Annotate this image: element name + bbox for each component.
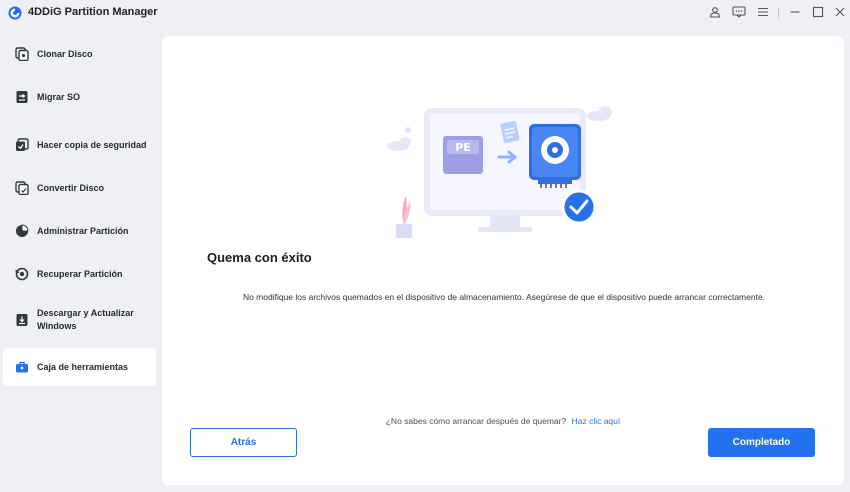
close-icon[interactable] xyxy=(830,3,850,21)
sidebar-item-clonar-disco[interactable]: Clonar Disco xyxy=(3,34,156,74)
sidebar-item-caja-herramientas[interactable]: Caja de herramientas xyxy=(3,348,156,386)
toolbox-icon xyxy=(14,359,30,375)
main-panel: PE Quema con éxito No modifique los arch… xyxy=(162,36,844,485)
sidebar-item-label: Descargar y Actualizar Windows xyxy=(37,308,134,331)
clone-disk-icon xyxy=(14,46,30,62)
description-text: No modifique los archivos quemados en el… xyxy=(242,292,766,302)
pe-label: PE xyxy=(455,141,471,154)
migrate-os-icon xyxy=(14,89,30,105)
sidebar-item-convertir-disco[interactable]: Convertir Disco xyxy=(3,168,156,208)
user-icon[interactable] xyxy=(705,3,725,21)
sidebar-item-label: Hacer copia de seguridad xyxy=(37,139,147,150)
page-title: Quema con éxito xyxy=(207,250,312,265)
minimize-icon[interactable] xyxy=(785,3,805,21)
convert-disk-icon xyxy=(14,180,30,196)
sidebar-item-copia-seguridad[interactable]: Hacer copia de seguridad xyxy=(3,123,156,167)
app-logo-icon xyxy=(8,6,22,20)
sidebar-item-recuperar-particion[interactable]: Recuperar Partición xyxy=(3,254,156,294)
back-button[interactable]: Atrás xyxy=(190,428,297,457)
partition-icon xyxy=(14,223,30,239)
app-title: 4DDiG Partition Manager xyxy=(28,6,158,18)
sidebar-item-label: Administrar Partición xyxy=(37,225,129,236)
title-divider xyxy=(778,7,779,19)
sidebar-item-label: Clonar Disco xyxy=(37,48,93,59)
sidebar-item-label: Migrar SO xyxy=(37,91,81,102)
sidebar-item-label: Caja de herramientas xyxy=(37,361,129,372)
maximize-icon[interactable] xyxy=(808,3,828,21)
sidebar-item-administrar-particion[interactable]: Administrar Partición xyxy=(3,211,156,251)
sidebar-item-label: Recuperar Partición xyxy=(37,268,123,279)
sidebar: Clonar Disco Migrar SO Hacer copia de se… xyxy=(0,32,160,492)
help-link[interactable]: Haz clic aquí xyxy=(572,416,621,426)
help-text: ¿No sabes cómo arrancar después de quema… xyxy=(385,416,567,426)
backup-icon xyxy=(14,137,30,153)
sidebar-item-label: Convertir Disco xyxy=(37,182,105,193)
windows-update-icon xyxy=(14,312,30,328)
sidebar-item-descargar-windows[interactable]: Descargar y Actualizar Windows xyxy=(3,298,156,342)
sidebar-item-migrar-so[interactable]: Migrar SO xyxy=(3,77,156,117)
menu-icon[interactable] xyxy=(753,3,773,21)
feedback-icon[interactable] xyxy=(729,3,749,21)
recover-partition-icon xyxy=(14,266,30,282)
burn-success-illustration: PE xyxy=(387,106,612,238)
title-bar: 4DDiG Partition Manager xyxy=(0,0,850,26)
help-row: ¿No sabes cómo arrancar después de quema… xyxy=(162,416,844,426)
done-button[interactable]: Completado xyxy=(708,428,815,457)
